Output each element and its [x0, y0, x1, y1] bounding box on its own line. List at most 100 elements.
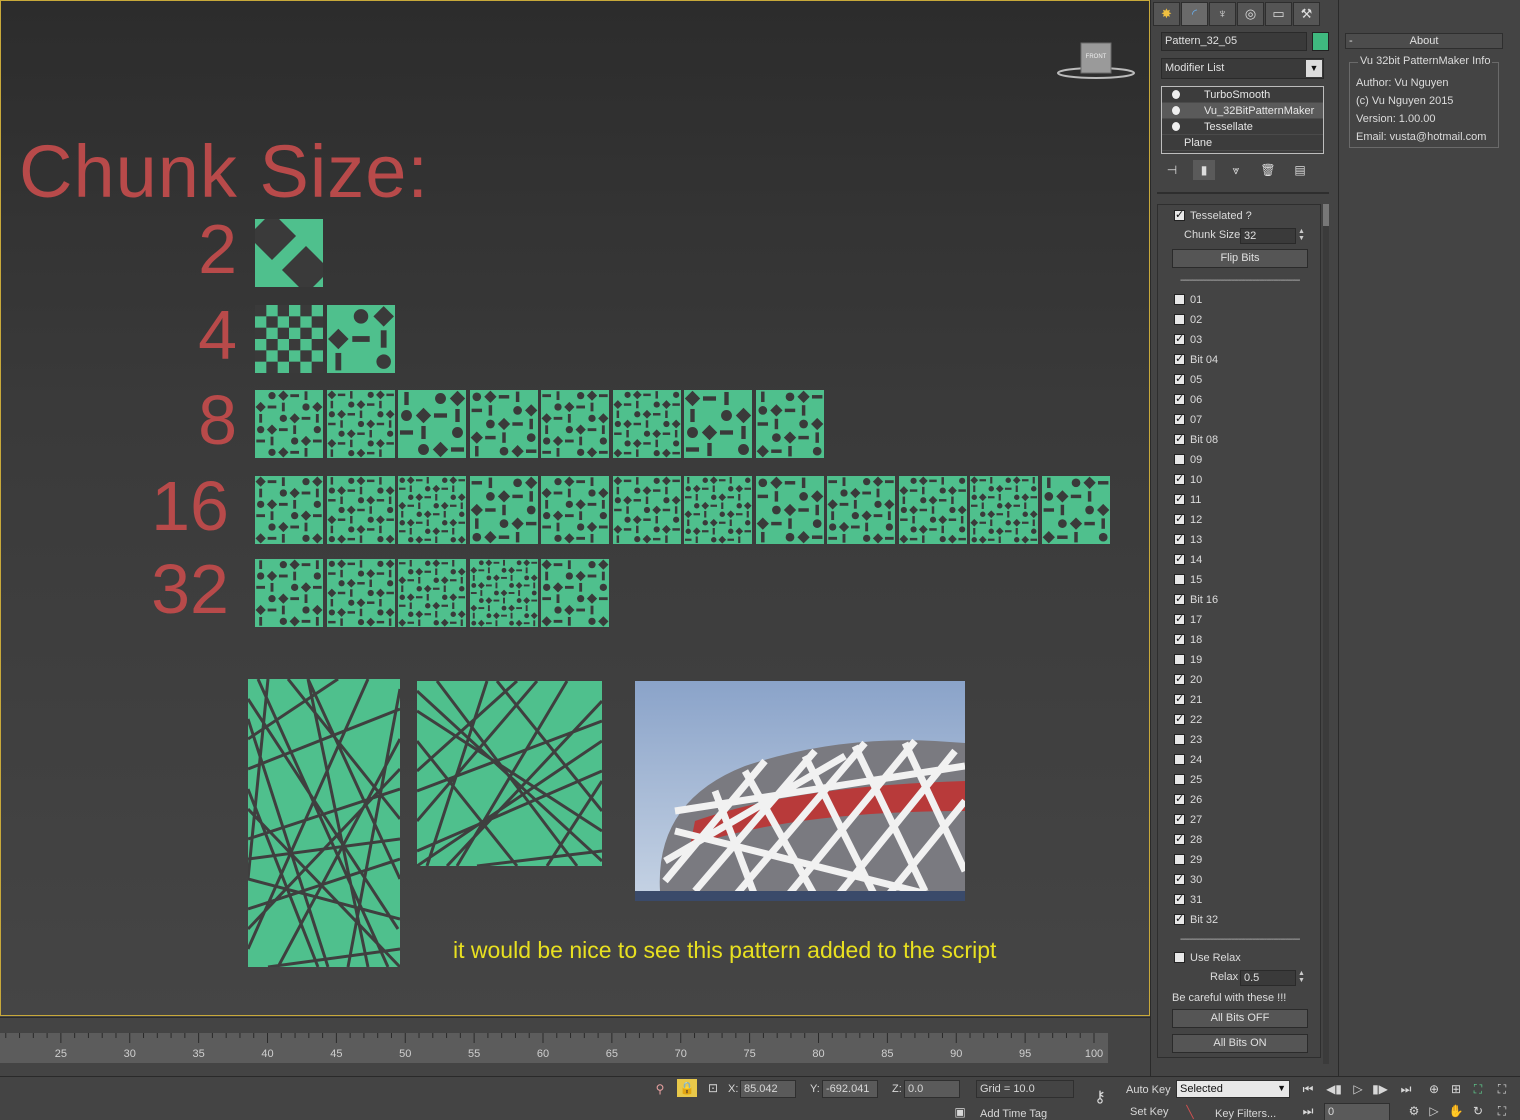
pattern-tile[interactable] — [255, 219, 323, 287]
all-bits-on-button[interactable]: All Bits ON — [1172, 1034, 1308, 1053]
pattern-tile[interactable] — [398, 476, 466, 544]
bit-checkbox[interactable] — [1174, 892, 1185, 905]
use-relax-checkbox[interactable] — [1174, 952, 1185, 963]
modifier-list-dropdown[interactable]: Modifier List ▼ — [1161, 58, 1324, 79]
all-bits-off-button[interactable]: All Bits OFF — [1172, 1009, 1308, 1028]
spinner-arrows-icon[interactable]: ▲ ▼ — [1296, 228, 1307, 244]
pattern-tile[interactable] — [684, 390, 752, 458]
add-time-tag-icon[interactable]: ▣ — [950, 1103, 970, 1120]
motion-icon[interactable]: ◎ — [1237, 2, 1264, 26]
make-unique-icon[interactable]: ⩔ — [1225, 160, 1247, 180]
object-name-field[interactable]: Pattern_32_05 — [1161, 32, 1307, 51]
pattern-tile[interactable] — [469, 476, 538, 544]
pattern-tile[interactable] — [541, 476, 609, 544]
bit-checkbox[interactable] — [1174, 692, 1185, 705]
bit-checkbox[interactable] — [1174, 512, 1185, 525]
bit-checkbox[interactable] — [1174, 672, 1185, 685]
bit-checkbox[interactable] — [1174, 454, 1185, 465]
spinner-arrows-icon[interactable]: ▲ ▼ — [1296, 970, 1307, 986]
zoom-extents-icon[interactable]: ⛶ — [1468, 1080, 1488, 1098]
lightbulb-icon[interactable] — [1172, 122, 1180, 131]
bit-checkbox[interactable] — [1174, 774, 1185, 785]
bit-checkbox[interactable] — [1174, 592, 1185, 605]
bit-checkbox[interactable] — [1174, 332, 1185, 345]
pan-icon[interactable]: ✋ — [1446, 1102, 1466, 1120]
auto-key-button[interactable]: Auto Key — [1126, 1084, 1171, 1096]
create-icon[interactable]: ✸ — [1153, 2, 1180, 26]
bit-checkbox[interactable] — [1174, 712, 1185, 725]
zoom-all-icon[interactable]: ⊞ — [1446, 1080, 1466, 1098]
bit-checkbox[interactable] — [1174, 432, 1185, 445]
pattern-tile[interactable] — [541, 390, 609, 458]
nest-pattern-panel-tall[interactable] — [248, 679, 400, 967]
bit-checkbox[interactable] — [1174, 392, 1185, 405]
fov-icon[interactable]: ▷ — [1424, 1102, 1444, 1120]
bit-checkbox[interactable] — [1174, 912, 1185, 925]
bit-checkbox[interactable] — [1174, 872, 1185, 885]
pattern-tile[interactable] — [469, 559, 538, 627]
pattern-tile[interactable] — [755, 390, 824, 458]
viewcube[interactable]: FRONT — [1056, 41, 1136, 81]
relax-spinner[interactable]: 0.5 — [1240, 970, 1296, 986]
stack-item-plane[interactable]: Plane — [1162, 135, 1323, 151]
about-rollout-header[interactable]: - About — [1345, 33, 1503, 49]
pattern-tile[interactable] — [827, 476, 895, 544]
perspective-viewport[interactable]: Chunk Size: FRONT 2 4 8 16 32 it would b… — [0, 0, 1150, 1016]
pattern-tile[interactable] — [970, 476, 1038, 544]
bit-checkbox[interactable] — [1174, 372, 1185, 385]
zoom-icon[interactable]: ⊕ — [1424, 1080, 1444, 1098]
bit-checkbox[interactable] — [1174, 472, 1185, 485]
bit-checkbox[interactable] — [1174, 832, 1185, 845]
bit-checkbox[interactable] — [1174, 352, 1185, 365]
play-icon[interactable]: ▷ — [1348, 1080, 1368, 1098]
bit-checkbox[interactable] — [1174, 792, 1185, 805]
pattern-tile[interactable] — [684, 476, 752, 544]
absolute-mode-icon[interactable]: ⊡ — [703, 1079, 723, 1097]
key-mode-icon[interactable]: ⏭ — [1298, 1102, 1318, 1120]
orbit-icon[interactable]: ↻ — [1468, 1102, 1488, 1120]
time-ruler[interactable] — [0, 1033, 1108, 1063]
pattern-tile[interactable] — [326, 476, 395, 544]
configure-sets-icon[interactable]: ▤ — [1289, 160, 1311, 180]
isolate-icon[interactable]: ⚲ — [650, 1080, 670, 1098]
time-config-icon[interactable]: ⚙ — [1404, 1102, 1424, 1120]
pattern-tile[interactable] — [541, 559, 609, 627]
z-coordinate-field[interactable]: 0.0 — [904, 1080, 960, 1098]
key-icon[interactable]: ⚷ — [1090, 1089, 1110, 1107]
pattern-tile[interactable] — [326, 305, 395, 373]
utilities-icon[interactable]: ⚒ — [1293, 2, 1320, 26]
next-frame-icon[interactable]: ▮▶︎ — [1370, 1080, 1390, 1098]
pattern-tile[interactable] — [612, 476, 681, 544]
bit-checkbox[interactable] — [1174, 492, 1185, 505]
pattern-tile[interactable] — [326, 390, 395, 458]
bit-checkbox[interactable] — [1174, 734, 1185, 745]
tesselated-checkbox[interactable] — [1174, 208, 1185, 221]
chunk-size-spinner[interactable]: 32 — [1240, 228, 1296, 244]
modify-icon[interactable]: ◜ — [1181, 2, 1208, 26]
pattern-tile[interactable] — [255, 390, 323, 458]
lightbulb-icon[interactable] — [1172, 90, 1180, 99]
scrollbar-thumb[interactable] — [1323, 204, 1329, 226]
bit-checkbox[interactable] — [1174, 854, 1185, 865]
pin-stack-icon[interactable]: ⊣ — [1161, 160, 1183, 180]
set-key-icon[interactable]: ╲ — [1180, 1103, 1200, 1120]
pattern-tile[interactable] — [469, 390, 538, 458]
pattern-tile[interactable] — [326, 559, 395, 627]
pattern-tile[interactable] — [898, 476, 967, 544]
add-time-tag[interactable]: Add Time Tag — [980, 1108, 1047, 1120]
object-color-swatch[interactable] — [1312, 32, 1329, 51]
goto-end-icon[interactable]: ⏭ — [1396, 1080, 1416, 1098]
goto-start-icon[interactable]: ⏮ — [1298, 1080, 1318, 1098]
prev-frame-icon[interactable]: ◀︎▮ — [1324, 1080, 1344, 1098]
nest-pattern-panel-square[interactable] — [417, 681, 602, 866]
set-key-button[interactable]: Set Key — [1130, 1106, 1169, 1118]
pattern-tile[interactable] — [1041, 476, 1110, 544]
selected-dropdown[interactable]: Selected ▼ — [1176, 1080, 1290, 1098]
pattern-tile[interactable] — [398, 559, 466, 627]
pattern-tile[interactable] — [255, 476, 323, 544]
rollout-scrollbar[interactable] — [1323, 204, 1329, 1064]
lightbulb-icon[interactable] — [1172, 106, 1180, 115]
stack-item-tessellate[interactable]: Tessellate — [1162, 119, 1323, 135]
stack-item-turbosmooth[interactable]: TurboSmooth — [1162, 87, 1323, 103]
pattern-tile[interactable] — [755, 476, 824, 544]
